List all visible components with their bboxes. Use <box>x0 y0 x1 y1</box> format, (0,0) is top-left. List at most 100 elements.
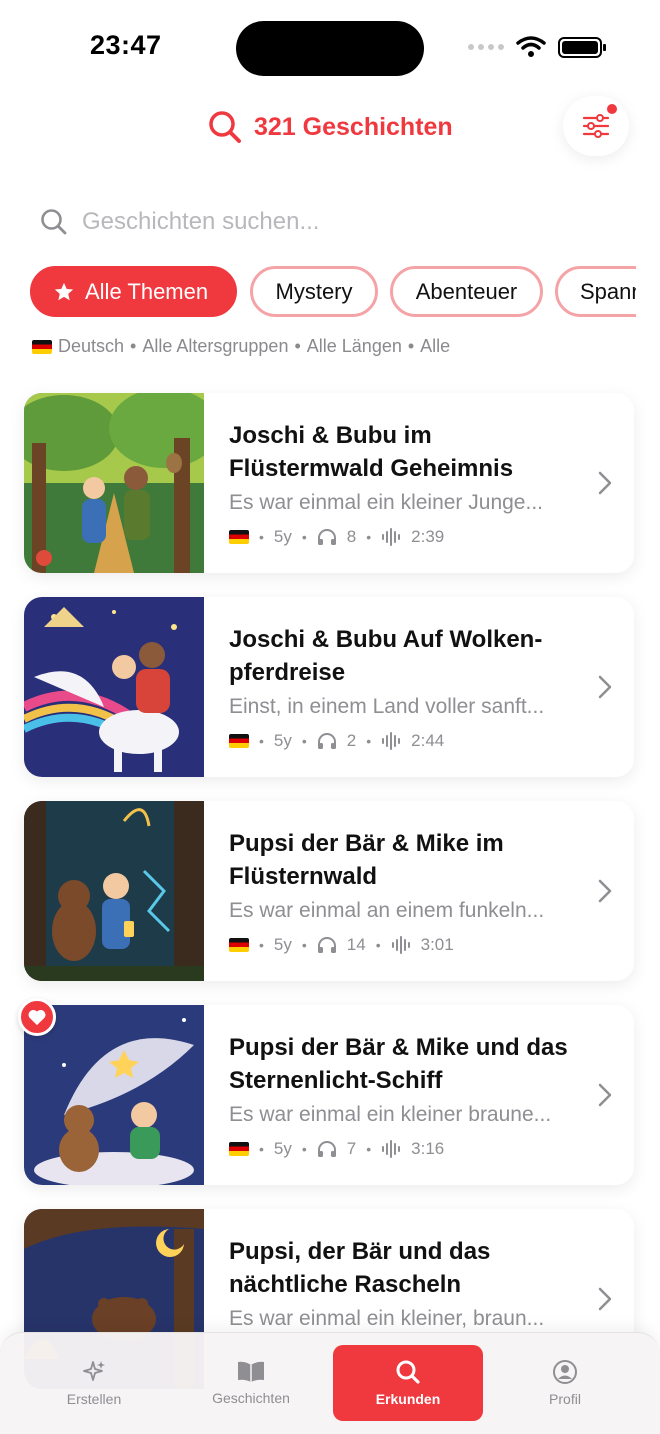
filter-age: Alle Altersgruppen <box>142 336 289 356</box>
headphones-icon <box>317 937 336 953</box>
tab-label: Erkunden <box>375 1391 441 1407</box>
story-meta: • 5y • 2 • 2:44 <box>229 731 444 751</box>
separator: • <box>301 1141 307 1157</box>
story-thumbnail <box>24 393 204 573</box>
separator: • <box>366 1141 372 1157</box>
story-meta: • 5y • 7 • 3:16 <box>229 1139 444 1159</box>
tab-stories[interactable]: Geschichten <box>176 1345 326 1421</box>
chevron-right-icon <box>598 879 612 903</box>
book-icon <box>238 1361 264 1382</box>
story-card[interactable]: Pupsi der Bär & Mike im Flüsternwald Es … <box>24 801 634 981</box>
tab-profile[interactable]: Profil <box>490 1345 640 1421</box>
chip-label: Mystery <box>275 278 353 304</box>
story-title: Pupsi der Bär & Mike im Flüsternwald <box>229 830 504 890</box>
search-input[interactable]: Geschichten suchen... <box>40 200 630 244</box>
separator: • <box>366 733 372 749</box>
story-thumbnail <box>24 801 204 981</box>
filter-active-indicator <box>607 104 617 114</box>
story-listens: 8 <box>346 527 357 546</box>
separator: • <box>301 529 307 545</box>
page-title: 321 Geschichten <box>208 110 453 144</box>
status-bar: 23:47 <box>0 0 660 96</box>
separator: • <box>301 733 307 749</box>
tab-label: Profil <box>549 1391 581 1407</box>
story-card[interactable]: Pupsi der Bär & Mike und das Sternenlich… <box>24 1005 634 1185</box>
chip-label: Alle Themen <box>85 278 209 304</box>
chevron-right-icon <box>598 675 612 699</box>
story-listens: 14 <box>346 935 366 954</box>
tab-label: Geschichten <box>212 1390 290 1406</box>
german-flag-icon <box>229 1142 249 1156</box>
status-time: 23:47 <box>90 30 162 60</box>
story-age: 5y <box>273 731 292 750</box>
tab-create[interactable]: Erstellen <box>19 1345 169 1421</box>
filter-language: Deutsch <box>58 336 125 356</box>
story-excerpt: Es war einmal ein kleiner braune... <box>229 1103 552 1126</box>
story-age: 5y <box>273 527 292 546</box>
story-duration: 2:44 <box>411 731 445 750</box>
status-icons <box>468 36 606 58</box>
separator: • <box>259 937 264 953</box>
favorite-badge[interactable] <box>18 998 56 1036</box>
cellular-signal-icon <box>468 44 504 50</box>
separator: • <box>294 336 301 356</box>
german-flag-icon <box>32 339 52 354</box>
search-icon <box>41 209 67 235</box>
separator: • <box>259 529 264 545</box>
theme-chips: Alle Themen Mystery Abenteuer Spann <box>30 266 636 318</box>
separator: • <box>259 733 264 749</box>
wifi-icon <box>516 36 546 57</box>
active-filters-summary: Deutsch • Alle Altersgruppen • Alle Läng… <box>32 336 450 357</box>
story-excerpt: Es war einmal ein kleiner Junge... <box>229 491 543 514</box>
waveform-icon <box>382 732 401 750</box>
heart-icon <box>28 1009 46 1026</box>
story-duration: 3:01 <box>420 935 454 954</box>
story-title: Pupsi der Bär & Mike und das Sternenlich… <box>229 1034 568 1094</box>
chip-adventure[interactable]: Abenteuer <box>390 266 543 317</box>
story-age: 5y <box>273 935 292 954</box>
chip-label: Abenteuer <box>415 278 518 304</box>
chip-label: Spann <box>580 278 636 304</box>
headphones-icon <box>317 733 336 749</box>
story-count-label: 321 Geschichten <box>254 112 453 141</box>
story-age: 5y <box>273 1139 292 1158</box>
headphones-icon <box>317 1141 336 1157</box>
waveform-icon <box>391 936 410 954</box>
german-flag-icon <box>229 938 249 952</box>
story-card[interactable]: Joschi & Bubu im Flüstermwald Geheimnis … <box>24 393 634 573</box>
search-icon <box>209 111 241 143</box>
story-title: Joschi & Bubu Auf Wolken-pferdreise <box>229 626 543 686</box>
tab-explore[interactable]: Erkunden <box>333 1345 483 1421</box>
search-icon <box>396 1360 420 1384</box>
story-listens: 2 <box>346 731 357 750</box>
chip-mystery[interactable]: Mystery <box>250 266 378 317</box>
story-card[interactable]: Joschi & Bubu Auf Wolken-pferdreise Eins… <box>24 597 634 777</box>
chip-all-themes[interactable]: Alle Themen <box>30 266 237 317</box>
headphones-icon <box>317 529 336 545</box>
chip-suspense[interactable]: Spann <box>555 266 636 317</box>
filter-length: Alle Längen <box>306 336 402 356</box>
separator: • <box>375 937 381 953</box>
chevron-right-icon <box>598 471 612 495</box>
separator: • <box>366 529 372 545</box>
story-meta: • 5y • 14 • 3:01 <box>229 935 454 955</box>
story-thumbnail <box>24 597 204 777</box>
story-title: Joschi & Bubu im Flüstermwald Geheimnis <box>229 422 514 482</box>
header: 321 Geschichten <box>0 96 660 160</box>
star-icon <box>54 282 74 300</box>
sparkles-icon <box>83 1361 105 1381</box>
german-flag-icon <box>229 734 249 748</box>
story-meta: • 5y • 8 • 2:39 <box>229 527 444 547</box>
sliders-icon <box>582 114 610 138</box>
separator: • <box>130 336 137 356</box>
chevron-right-icon <box>598 1083 612 1107</box>
story-title: Pupsi, der Bär und das nächtliche Rasche… <box>229 1238 491 1298</box>
filter-other: Alle <box>420 336 451 356</box>
story-thumbnail <box>24 1005 204 1185</box>
dynamic-island <box>236 21 424 76</box>
waveform-icon <box>382 1140 401 1158</box>
separator: • <box>407 336 415 356</box>
filter-button[interactable] <box>563 96 629 156</box>
tab-bar: Erstellen Geschichten Erkunden Profil <box>0 1332 660 1434</box>
story-listens: 7 <box>346 1139 357 1158</box>
